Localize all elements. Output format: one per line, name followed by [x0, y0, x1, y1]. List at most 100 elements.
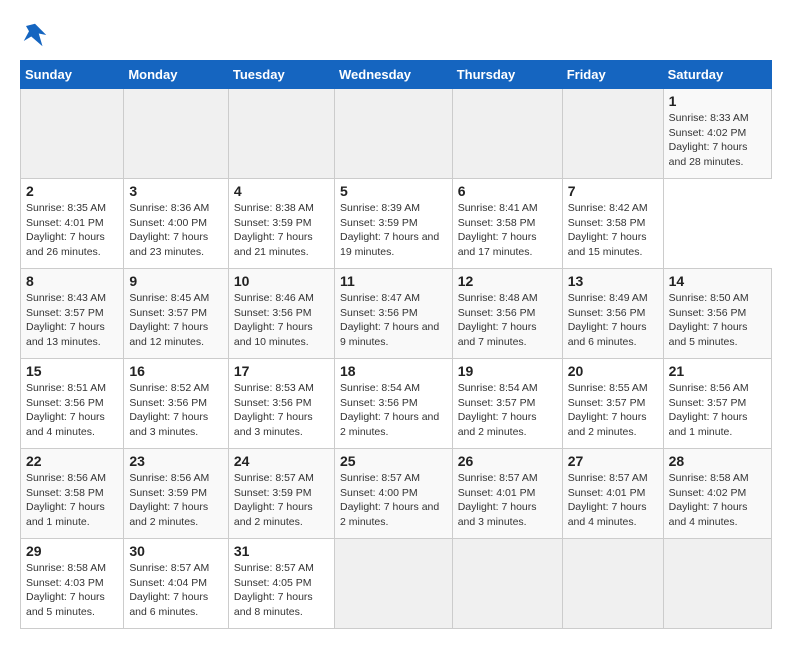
calendar-cell: 20 Sunrise: 8:55 AM Sunset: 3:57 PM Dayl… [562, 359, 663, 449]
header-tuesday: Tuesday [228, 61, 334, 89]
calendar-cell: 4 Sunrise: 8:38 AM Sunset: 3:59 PM Dayli… [228, 179, 334, 269]
calendar-cell: 30 Sunrise: 8:57 AM Sunset: 4:04 PM Dayl… [124, 539, 229, 629]
header-thursday: Thursday [452, 61, 562, 89]
calendar-cell: 25 Sunrise: 8:57 AM Sunset: 4:00 PM Dayl… [334, 449, 452, 539]
day-info: Sunrise: 8:42 AM Sunset: 3:58 PM Dayligh… [568, 201, 658, 260]
day-number: 2 [26, 183, 118, 199]
day-number: 10 [234, 273, 329, 289]
calendar-week-row: 2 Sunrise: 8:35 AM Sunset: 4:01 PM Dayli… [21, 179, 772, 269]
day-number: 20 [568, 363, 658, 379]
day-info: Sunrise: 8:57 AM Sunset: 4:05 PM Dayligh… [234, 561, 329, 620]
day-number: 18 [340, 363, 447, 379]
calendar-cell: 15 Sunrise: 8:51 AM Sunset: 3:56 PM Dayl… [21, 359, 124, 449]
day-info: Sunrise: 8:55 AM Sunset: 3:57 PM Dayligh… [568, 381, 658, 440]
calendar-cell: 5 Sunrise: 8:39 AM Sunset: 3:59 PM Dayli… [334, 179, 452, 269]
day-info: Sunrise: 8:39 AM Sunset: 3:59 PM Dayligh… [340, 201, 447, 260]
calendar-cell: 28 Sunrise: 8:58 AM Sunset: 4:02 PM Dayl… [663, 449, 771, 539]
day-number: 3 [129, 183, 223, 199]
day-info: Sunrise: 8:46 AM Sunset: 3:56 PM Dayligh… [234, 291, 329, 350]
calendar-cell: 27 Sunrise: 8:57 AM Sunset: 4:01 PM Dayl… [562, 449, 663, 539]
calendar-cell: 26 Sunrise: 8:57 AM Sunset: 4:01 PM Dayl… [452, 449, 562, 539]
day-number: 22 [26, 453, 118, 469]
day-info: Sunrise: 8:51 AM Sunset: 3:56 PM Dayligh… [26, 381, 118, 440]
day-info: Sunrise: 8:49 AM Sunset: 3:56 PM Dayligh… [568, 291, 658, 350]
day-info: Sunrise: 8:50 AM Sunset: 3:56 PM Dayligh… [669, 291, 766, 350]
calendar-cell: 21 Sunrise: 8:56 AM Sunset: 3:57 PM Dayl… [663, 359, 771, 449]
day-number: 17 [234, 363, 329, 379]
calendar-cell [452, 89, 562, 179]
day-info: Sunrise: 8:52 AM Sunset: 3:56 PM Dayligh… [129, 381, 223, 440]
calendar-week-row: 1 Sunrise: 8:33 AM Sunset: 4:02 PM Dayli… [21, 89, 772, 179]
logo-icon [20, 20, 50, 50]
day-number: 1 [669, 93, 766, 109]
calendar-week-row: 8 Sunrise: 8:43 AM Sunset: 3:57 PM Dayli… [21, 269, 772, 359]
day-info: Sunrise: 8:57 AM Sunset: 4:04 PM Dayligh… [129, 561, 223, 620]
day-info: Sunrise: 8:58 AM Sunset: 4:03 PM Dayligh… [26, 561, 118, 620]
calendar-week-row: 29 Sunrise: 8:58 AM Sunset: 4:03 PM Dayl… [21, 539, 772, 629]
day-number: 12 [458, 273, 557, 289]
calendar-cell: 24 Sunrise: 8:57 AM Sunset: 3:59 PM Dayl… [228, 449, 334, 539]
calendar-cell [562, 89, 663, 179]
calendar-cell: 23 Sunrise: 8:56 AM Sunset: 3:59 PM Dayl… [124, 449, 229, 539]
calendar-cell: 14 Sunrise: 8:50 AM Sunset: 3:56 PM Dayl… [663, 269, 771, 359]
calendar-cell [452, 539, 562, 629]
calendar-cell: 18 Sunrise: 8:54 AM Sunset: 3:56 PM Dayl… [334, 359, 452, 449]
calendar-cell: 7 Sunrise: 8:42 AM Sunset: 3:58 PM Dayli… [562, 179, 663, 269]
day-number: 4 [234, 183, 329, 199]
day-number: 15 [26, 363, 118, 379]
day-number: 25 [340, 453, 447, 469]
day-info: Sunrise: 8:57 AM Sunset: 4:01 PM Dayligh… [568, 471, 658, 530]
day-number: 23 [129, 453, 223, 469]
day-number: 21 [669, 363, 766, 379]
day-number: 31 [234, 543, 329, 559]
day-info: Sunrise: 8:47 AM Sunset: 3:56 PM Dayligh… [340, 291, 447, 350]
day-number: 16 [129, 363, 223, 379]
day-number: 9 [129, 273, 223, 289]
day-info: Sunrise: 8:57 AM Sunset: 4:00 PM Dayligh… [340, 471, 447, 530]
day-info: Sunrise: 8:45 AM Sunset: 3:57 PM Dayligh… [129, 291, 223, 350]
day-number: 6 [458, 183, 557, 199]
day-number: 14 [669, 273, 766, 289]
day-number: 19 [458, 363, 557, 379]
calendar-cell: 8 Sunrise: 8:43 AM Sunset: 3:57 PM Dayli… [21, 269, 124, 359]
day-number: 27 [568, 453, 658, 469]
calendar-table: SundayMondayTuesdayWednesdayThursdayFrid… [20, 60, 772, 629]
day-info: Sunrise: 8:54 AM Sunset: 3:57 PM Dayligh… [458, 381, 557, 440]
calendar-header-row: SundayMondayTuesdayWednesdayThursdayFrid… [21, 61, 772, 89]
calendar-cell: 29 Sunrise: 8:58 AM Sunset: 4:03 PM Dayl… [21, 539, 124, 629]
calendar-cell [663, 539, 771, 629]
calendar-cell: 12 Sunrise: 8:48 AM Sunset: 3:56 PM Dayl… [452, 269, 562, 359]
calendar-week-row: 22 Sunrise: 8:56 AM Sunset: 3:58 PM Dayl… [21, 449, 772, 539]
calendar-cell: 22 Sunrise: 8:56 AM Sunset: 3:58 PM Dayl… [21, 449, 124, 539]
day-number: 28 [669, 453, 766, 469]
calendar-cell: 2 Sunrise: 8:35 AM Sunset: 4:01 PM Dayli… [21, 179, 124, 269]
day-number: 11 [340, 273, 447, 289]
day-number: 13 [568, 273, 658, 289]
calendar-week-row: 15 Sunrise: 8:51 AM Sunset: 3:56 PM Dayl… [21, 359, 772, 449]
calendar-cell: 3 Sunrise: 8:36 AM Sunset: 4:00 PM Dayli… [124, 179, 229, 269]
calendar-cell: 1 Sunrise: 8:33 AM Sunset: 4:02 PM Dayli… [663, 89, 771, 179]
day-number: 24 [234, 453, 329, 469]
header-monday: Monday [124, 61, 229, 89]
calendar-cell [334, 539, 452, 629]
calendar-cell: 11 Sunrise: 8:47 AM Sunset: 3:56 PM Dayl… [334, 269, 452, 359]
day-number: 29 [26, 543, 118, 559]
calendar-cell: 31 Sunrise: 8:57 AM Sunset: 4:05 PM Dayl… [228, 539, 334, 629]
day-number: 30 [129, 543, 223, 559]
calendar-cell: 10 Sunrise: 8:46 AM Sunset: 3:56 PM Dayl… [228, 269, 334, 359]
day-info: Sunrise: 8:41 AM Sunset: 3:58 PM Dayligh… [458, 201, 557, 260]
day-info: Sunrise: 8:58 AM Sunset: 4:02 PM Dayligh… [669, 471, 766, 530]
calendar-cell [334, 89, 452, 179]
day-info: Sunrise: 8:54 AM Sunset: 3:56 PM Dayligh… [340, 381, 447, 440]
calendar-cell: 13 Sunrise: 8:49 AM Sunset: 3:56 PM Dayl… [562, 269, 663, 359]
calendar-cell [562, 539, 663, 629]
day-number: 8 [26, 273, 118, 289]
day-info: Sunrise: 8:38 AM Sunset: 3:59 PM Dayligh… [234, 201, 329, 260]
header-friday: Friday [562, 61, 663, 89]
logo [20, 20, 54, 50]
day-info: Sunrise: 8:48 AM Sunset: 3:56 PM Dayligh… [458, 291, 557, 350]
calendar-cell: 6 Sunrise: 8:41 AM Sunset: 3:58 PM Dayli… [452, 179, 562, 269]
calendar-cell [21, 89, 124, 179]
calendar-cell [124, 89, 229, 179]
calendar-cell: 16 Sunrise: 8:52 AM Sunset: 3:56 PM Dayl… [124, 359, 229, 449]
